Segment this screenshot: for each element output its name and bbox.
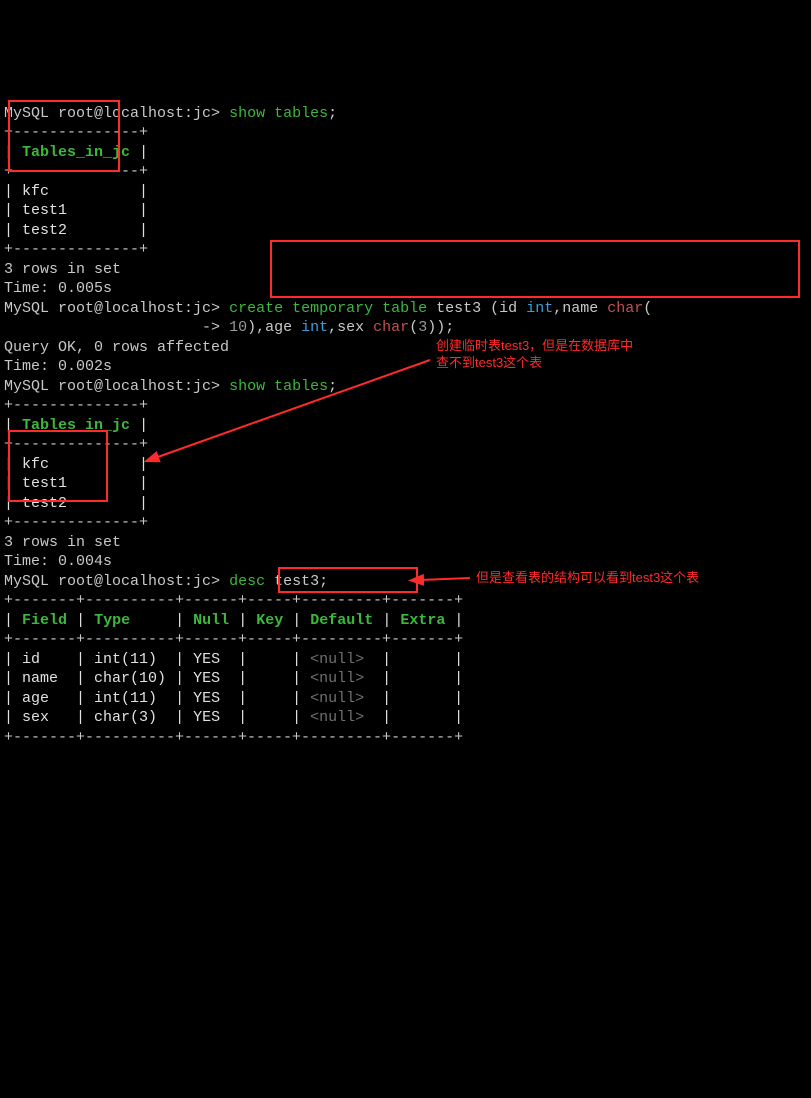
desc-sep: +-------+----------+------+-----+-------… [4, 631, 463, 648]
table-sep: +--------------+ [4, 124, 148, 141]
table-row: test1 [22, 202, 67, 219]
col-name: ,name [553, 300, 598, 317]
rows-in-set-1: 3 rows in set [4, 261, 121, 278]
col-id: (id [490, 300, 517, 317]
annotation-1: 创建临时表test3，但是在数据库中查不到test3这个表 [436, 338, 696, 372]
cmd-show-tables-1: show tables [229, 105, 328, 122]
continuation-prompt: -> [202, 319, 220, 336]
col-sex: ,sex [328, 319, 364, 336]
desc-cell: YES [193, 690, 220, 707]
table-sep: +--------------+ [4, 163, 148, 180]
cmd-show-tables-2: show tables [229, 378, 328, 395]
semicolon: ; [328, 378, 337, 395]
desc-cell-null: <null> [310, 651, 364, 668]
terminal-output: MySQL root@localhost:jc> show tables; +-… [4, 84, 807, 747]
tables-header-2: Tables_in_jc [13, 417, 139, 434]
col-age: ),age [247, 319, 292, 336]
rows-in-set-2: 3 rows in set [4, 534, 121, 551]
desc-arg: test3 [274, 573, 319, 590]
desc-cell: YES [193, 709, 220, 726]
prompt-2: MySQL root@localhost:jc> [4, 300, 220, 317]
table-sep: +--------------+ [4, 241, 148, 258]
table-row: kfc [22, 183, 49, 200]
table-sep: +--------------+ [4, 397, 148, 414]
table-row: test2 [22, 222, 67, 239]
desc-cell: id [22, 651, 40, 668]
desc-cell: char(10) [94, 670, 166, 687]
close-paren: )); [427, 319, 454, 336]
prompt-4: MySQL root@localhost:jc> [4, 573, 220, 590]
table-sep: +--------------+ [4, 514, 148, 531]
paren: ( [409, 319, 418, 336]
desc-header-key: Key [247, 612, 292, 629]
desc-cell: int(11) [94, 651, 157, 668]
prompt-3: MySQL root@localhost:jc> [4, 378, 220, 395]
desc-cell: age [22, 690, 49, 707]
desc-cell: int(11) [94, 690, 157, 707]
type-char: char [373, 319, 409, 336]
paren: ( [643, 300, 652, 317]
time-3: Time: 0.004s [4, 553, 112, 570]
table-row: test2 [22, 495, 67, 512]
table-row: test1 [22, 475, 67, 492]
desc-header-extra: Extra [391, 612, 454, 629]
time-1: Time: 0.005s [4, 280, 112, 297]
desc-cell: YES [193, 651, 220, 668]
desc-cell: YES [193, 670, 220, 687]
table-sep: +--------------+ [4, 436, 148, 453]
desc-cell-null: <null> [310, 670, 364, 687]
type-int: int [301, 319, 328, 336]
desc-header-null: Null [184, 612, 238, 629]
semicolon: ; [319, 573, 328, 590]
desc-header-default: Default [301, 612, 382, 629]
desc-cell: name [22, 670, 58, 687]
table-row: kfc [22, 456, 49, 473]
desc-cell: sex [22, 709, 49, 726]
desc-sep: +-------+----------+------+-----+-------… [4, 592, 463, 609]
cmd-desc: desc [229, 573, 265, 590]
time-2: Time: 0.002s [4, 358, 112, 375]
desc-header-type: Type [85, 612, 175, 629]
num-10: 10 [229, 319, 247, 336]
semicolon: ; [328, 105, 337, 122]
num-3: 3 [418, 319, 427, 336]
prompt-1: MySQL root@localhost:jc> [4, 105, 220, 122]
table-name: test3 [436, 300, 481, 317]
desc-cell-null: <null> [310, 709, 364, 726]
desc-header-field: Field [13, 612, 76, 629]
tables-header-1: Tables_in_jc [13, 144, 139, 161]
desc-sep: +-------+----------+------+-----+-------… [4, 729, 463, 746]
annotation-2: 但是查看表的结构可以看到test3这个表 [476, 570, 796, 587]
desc-cell: char(3) [94, 709, 157, 726]
desc-cell-null: <null> [310, 690, 364, 707]
cmd-create-table: create temporary table [229, 300, 427, 317]
query-ok: Query OK, 0 rows affected [4, 339, 229, 356]
type-int: int [526, 300, 553, 317]
type-char: char [607, 300, 643, 317]
